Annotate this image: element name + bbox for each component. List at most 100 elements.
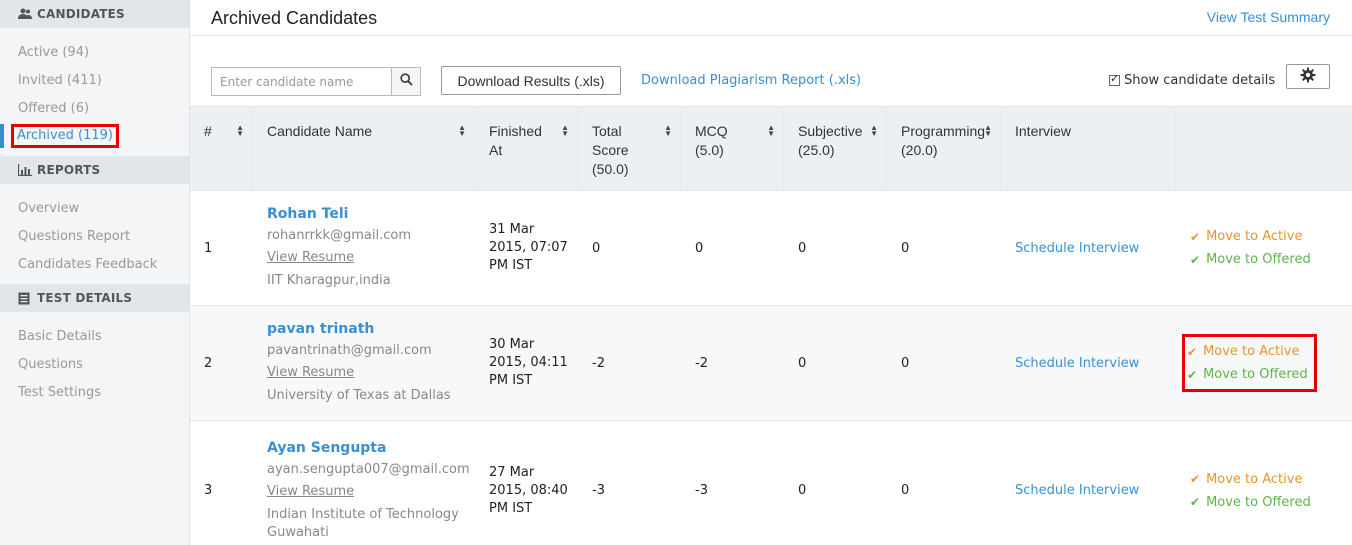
highlighted-actions: ✔ Move to Active ✔ Move to Offered [1182,334,1317,392]
sort-icon: ▲ ▼ [561,123,569,138]
row-number: 3 [204,483,213,498]
schedule-interview-link[interactable]: Schedule Interview [1015,241,1139,256]
check-icon: ✔ [1190,472,1201,486]
col-header-number[interactable]: # ▲ ▼ [190,107,253,190]
subjective-score: 0 [798,355,807,371]
users-icon [18,8,32,20]
move-to-active-label: Move to Active [1203,344,1300,359]
view-test-summary-link[interactable]: View Test Summary [1207,9,1330,25]
section-title: TEST DETAILS [37,291,133,305]
candidate-email: rohanrrkk@gmail.com [267,228,411,243]
finished-at: 30 Mar 2015, 04:11 PM IST [489,337,568,388]
sidebar-item-label: Basic Details [18,328,102,344]
schedule-interview-link[interactable]: Schedule Interview [1015,483,1139,498]
schedule-interview-cell: Schedule Interview [1001,421,1176,545]
schedule-interview-cell: Schedule Interview [1001,306,1176,420]
move-to-offered-label: Move to Offered [1206,494,1311,510]
view-resume-link[interactable]: View Resume [267,250,354,265]
main-content: Archived Candidates View Test Summary Do… [190,0,1352,545]
sidebar-item-label: Offered (6) [18,100,90,116]
show-details-checkbox[interactable] [1109,72,1120,86]
view-resume-link[interactable]: View Resume [267,365,354,380]
candidate-email: ayan.sengupta007@gmail.com [267,461,470,477]
move-to-offered-label: Move to Offered [1203,367,1308,382]
finished-at: 27 Mar 2015, 08:40 PM IST [489,464,568,516]
col-header-mcq[interactable]: MCQ (5.0) ▲ ▼ [681,107,784,190]
subjective-score: 0 [798,240,807,256]
sidebar-item-questions[interactable]: Questions [0,350,189,378]
sort-icon: ▲ ▼ [767,123,775,138]
bar-chart-icon [17,164,32,177]
col-header-finished-at[interactable]: Finished At ▲ ▼ [475,107,578,190]
sidebar-item-offered[interactable]: Offered (6) [0,94,189,122]
row-actions: ✔ Move to Active ✔ Move to Offered [1176,421,1352,545]
sidebar-item-candidates-feedback[interactable]: Candidates Feedback [0,250,189,278]
schedule-interview-cell: Schedule Interview [1001,191,1176,305]
sidebar-item-label: Questions Report [18,228,131,244]
col-header-label: MCQ (5.0) [695,123,728,158]
sidebar-item-overview[interactable]: Overview [0,194,189,222]
section-title: REPORTS [37,163,101,177]
programming-score: 0 [901,355,910,371]
view-resume-link[interactable]: View Resume [267,484,354,499]
move-to-active-button[interactable]: ✔ Move to Active [1190,225,1302,248]
check-icon: ✔ [1190,229,1201,244]
move-to-offered-button[interactable]: ✔ Move to Offered [1190,491,1311,514]
table-header: # ▲ ▼ Candidate Name ▲ ▼ Finished At ▲ ▼ Total… [190,106,1352,190]
mcq-score: -3 [695,483,708,498]
search-box [211,67,421,96]
sidebar-item-label: Candidates Feedback [18,256,158,272]
sidebar-item-label: Questions [18,356,83,372]
sidebar-item-label: Invited (411) [18,72,102,88]
check-icon: ✔ [1190,495,1201,509]
row-number: 2 [204,355,213,371]
candidate-school: University of Texas at Dallas [267,388,451,403]
toolbar: Download Results (.xls) Download Plagiar… [190,36,1352,106]
col-header-programming[interactable]: Programming (20.0) ▲ ▼ [887,107,1001,190]
check-icon: ✔ [1190,252,1201,267]
move-to-offered-button[interactable]: ✔ Move to Offered [1190,248,1311,271]
table-row: 1 Rohan Teli rohanrrkk@gmail.com View Re… [190,190,1352,305]
download-plagiarism-link[interactable]: Download Plagiarism Report (.xls) [641,73,861,88]
candidate-name-link[interactable]: Ayan Sengupta [267,440,386,456]
candidate-name-link[interactable]: Rohan Teli [267,206,348,222]
download-results-button[interactable]: Download Results (.xls) [441,66,621,95]
sidebar-item-questions-report[interactable]: Questions Report [0,222,189,250]
col-header-actions [1176,107,1352,190]
page-title: Archived Candidates [211,8,378,28]
candidate-search-input[interactable] [212,68,391,95]
check-icon: ✔ [1187,344,1198,359]
sort-icon: ▲ ▼ [664,123,672,138]
sidebar-item-archived[interactable]: Archived (119) [0,122,189,150]
sidebar-item-basic-details[interactable]: Basic Details [0,322,189,350]
sort-icon: ▲ ▼ [870,123,878,138]
sidebar-item-test-settings[interactable]: Test Settings [0,378,189,406]
move-to-active-button[interactable]: ✔ Move to Active [1187,340,1308,363]
move-to-offered-button[interactable]: ✔ Move to Offered [1187,363,1308,386]
schedule-interview-link[interactable]: Schedule Interview [1015,356,1139,371]
col-header-subjective[interactable]: Subjective (25.0) ▲ ▼ [784,107,887,190]
col-header-candidate-name[interactable]: Candidate Name ▲ ▼ [253,107,475,190]
col-header-label: Candidate Name [267,123,373,139]
header: Archived Candidates View Test Summary [190,0,1352,36]
document-icon [18,292,32,305]
sidebar-section-reports: REPORTS [0,156,189,184]
sidebar-item-invited[interactable]: Invited (411) [0,66,189,94]
candidate-name-link[interactable]: pavan trinath [267,321,374,337]
gear-icon [1300,67,1316,87]
move-to-active-button[interactable]: ✔ Move to Active [1190,468,1302,491]
search-button[interactable] [391,68,420,95]
sort-icon: ▲ ▼ [984,123,992,138]
show-details-toggle[interactable]: Show candidate details [1109,72,1275,88]
mcq-score: 0 [695,240,704,256]
settings-button[interactable] [1286,64,1330,89]
sidebar-item-active[interactable]: Active (94) [0,38,189,66]
move-to-offered-label: Move to Offered [1206,252,1311,267]
col-header-total-score[interactable]: Total Score (50.0) ▲ ▼ [578,107,681,190]
finished-at: 31 Mar 2015, 07:07 PM IST [489,222,568,273]
candidate-school: Indian Institute of Technology Guwahati [267,506,459,540]
sidebar-item-label: Test Settings [18,384,102,400]
move-to-active-label: Move to Active [1206,229,1303,244]
row-actions: ✔ Move to Active ✔ Move to Offered [1176,191,1352,305]
sidebar: CANDIDATES Active (94) Invited (411) Off… [0,0,190,545]
